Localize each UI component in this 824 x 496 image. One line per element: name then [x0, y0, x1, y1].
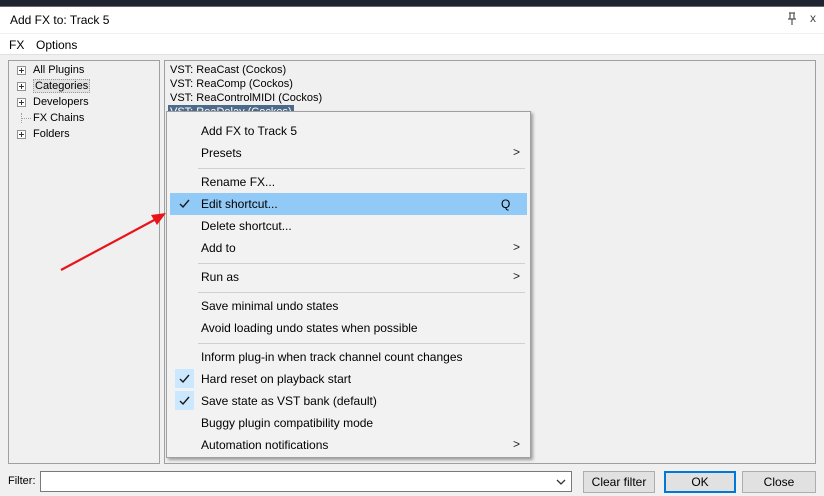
filter-label: Filter:	[8, 475, 36, 487]
menu-item-label: Avoid loading undo states when possible	[201, 321, 418, 335]
menu-bar: FX Options	[0, 34, 824, 54]
menu-item-label: Add FX to Track 5	[201, 124, 298, 138]
menu-item-label: Save state as VST bank (default)	[201, 394, 377, 408]
menu-item-buggy-compat[interactable]: Buggy plugin compatibility mode	[170, 412, 527, 434]
menu-item-label: Hard reset on playback start	[201, 372, 352, 386]
menu-item-avoid-loading-undo[interactable]: Avoid loading undo states when possible	[170, 317, 527, 339]
menu-item-label: Automation notifications	[201, 438, 329, 452]
tree-item-label: Developers	[33, 96, 89, 108]
menu-item-label: Run as	[201, 270, 240, 284]
plugin-list-item[interactable]: VST: ReaCast (Cockos)	[168, 63, 288, 77]
check-icon	[175, 391, 194, 410]
menu-item-label: Rename FX...	[201, 175, 276, 189]
ok-button[interactable]: OK	[664, 471, 736, 493]
submenu-arrow-icon: >	[513, 437, 521, 451]
tree-item-label: Folders	[33, 128, 70, 140]
window-title: Add FX to: Track 5	[10, 13, 110, 27]
close-button[interactable]: Close	[742, 471, 816, 493]
menu-item-label: Edit shortcut...	[201, 197, 278, 211]
clear-filter-button[interactable]: Clear filter	[583, 471, 655, 493]
tree-connector	[22, 118, 31, 119]
menu-item-save-minimal-undo[interactable]: Save minimal undo states	[170, 295, 527, 317]
menu-item-label: Presets	[201, 146, 242, 160]
menu-item-presets[interactable]: Presets >	[170, 142, 527, 164]
menu-item-add-to[interactable]: Add to >	[170, 237, 527, 259]
submenu-arrow-icon: >	[513, 240, 521, 254]
menu-item-label: Add to	[201, 241, 236, 255]
tree-item-label: FX Chains	[33, 112, 85, 124]
check-icon	[175, 194, 194, 213]
menu-item-automation-notifications[interactable]: Automation notifications >	[170, 434, 527, 456]
check-icon	[175, 369, 194, 388]
menu-item-label: Save minimal undo states	[201, 299, 339, 313]
title-bar: Add FX to: Track 5 x	[0, 7, 824, 33]
menu-divider	[0, 54, 824, 55]
submenu-arrow-icon: >	[513, 269, 521, 283]
menu-item-label: Inform plug-in when track channel count …	[201, 350, 463, 364]
menu-item-delete-shortcut[interactable]: Delete shortcut...	[170, 215, 527, 237]
pin-icon[interactable]	[784, 11, 800, 27]
menu-separator	[198, 263, 525, 264]
menu-item-add-fx[interactable]: Add FX to Track 5	[170, 120, 527, 142]
filter-input[interactable]	[40, 471, 572, 492]
chevron-down-icon[interactable]	[554, 475, 568, 489]
tree-item-categories[interactable]: Categories	[9, 79, 159, 95]
menu-item-edit-shortcut[interactable]: Edit shortcut... Q	[170, 193, 527, 215]
menu-item-label: Delete shortcut...	[201, 219, 292, 233]
menu-item-label: Buggy plugin compatibility mode	[201, 416, 374, 430]
tree-item-label: Categories	[33, 79, 91, 93]
plugin-list-item[interactable]: VST: ReaComp (Cockos)	[168, 77, 295, 91]
expand-icon[interactable]	[17, 66, 26, 75]
menu-separator	[198, 343, 525, 344]
menu-item-inform-plugin[interactable]: Inform plug-in when track channel count …	[170, 346, 527, 368]
tree-item-label: All Plugins	[33, 64, 85, 76]
close-icon[interactable]: x	[806, 11, 820, 25]
tree-item-developers[interactable]: Developers	[9, 95, 159, 111]
menu-item-save-state-vst-bank[interactable]: Save state as VST bank (default)	[170, 390, 527, 412]
plugin-list-item[interactable]: VST: ReaControlMIDI (Cockos)	[168, 91, 324, 105]
expand-icon[interactable]	[17, 130, 26, 139]
category-tree[interactable]: All Plugins Categories Developers FX Cha…	[8, 60, 160, 464]
menu-fx[interactable]: FX	[9, 38, 24, 52]
menu-separator	[198, 168, 525, 169]
tree-item-folders[interactable]: Folders	[9, 127, 159, 143]
expand-icon[interactable]	[17, 98, 26, 107]
menu-item-run-as[interactable]: Run as >	[170, 266, 527, 288]
tree-item-all-plugins[interactable]: All Plugins	[9, 63, 159, 79]
tree-item-fx-chains[interactable]: FX Chains	[9, 111, 159, 127]
menu-separator	[198, 292, 525, 293]
menu-item-hard-reset[interactable]: Hard reset on playback start	[170, 368, 527, 390]
menu-options[interactable]: Options	[36, 38, 77, 52]
context-menu: Add FX to Track 5 Presets > Rename FX...…	[166, 111, 531, 458]
menu-item-rename-fx[interactable]: Rename FX...	[170, 171, 527, 193]
menu-item-shortcut: Q	[501, 197, 511, 211]
submenu-arrow-icon: >	[513, 145, 521, 159]
expand-icon[interactable]	[17, 82, 26, 91]
